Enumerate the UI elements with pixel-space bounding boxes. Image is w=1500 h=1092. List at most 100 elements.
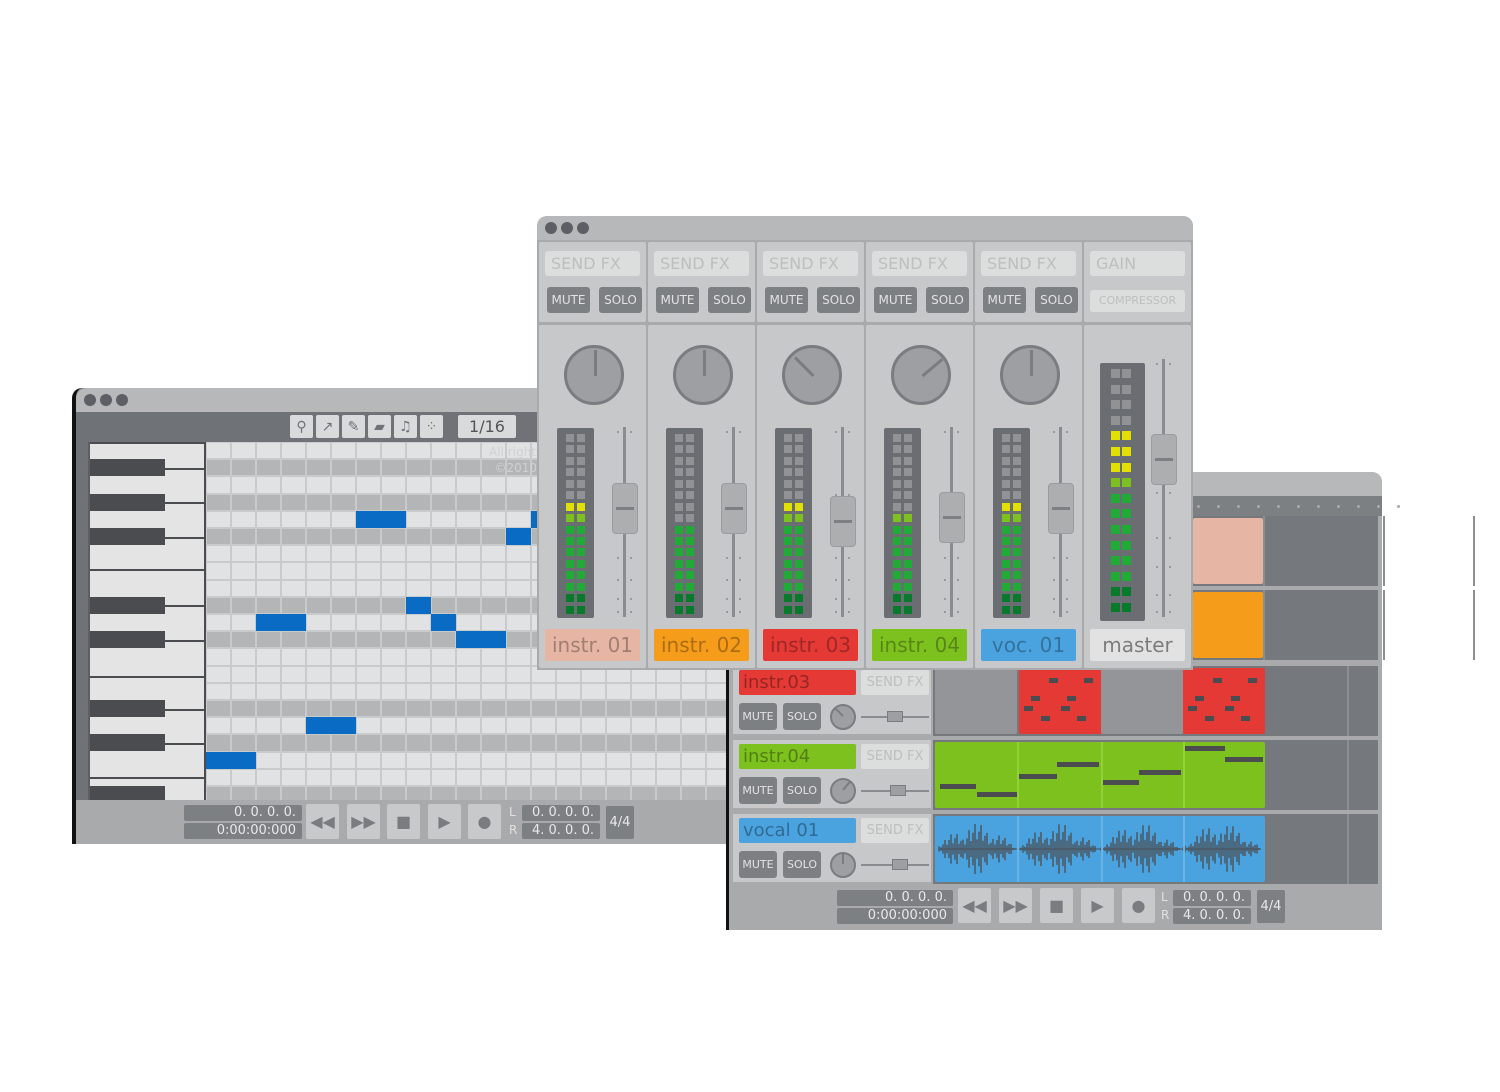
eraser-tool-button[interactable]: ▰ (368, 415, 391, 438)
grid-cell[interactable] (232, 701, 255, 717)
pan-knob[interactable] (673, 345, 733, 405)
grid-cell[interactable] (507, 615, 530, 631)
black-key[interactable] (90, 631, 165, 649)
grid-cell[interactable] (332, 787, 355, 800)
track-name[interactable]: instr.03 (739, 670, 856, 695)
grid-cell[interactable] (382, 769, 405, 785)
grid-cell[interactable] (232, 718, 255, 734)
volume-fader[interactable] (1048, 483, 1074, 535)
grid-cell[interactable] (407, 615, 430, 631)
grid-cell[interactable] (432, 769, 455, 785)
grid-cell[interactable] (207, 787, 230, 800)
volume-fader[interactable] (830, 495, 856, 547)
grid-cell[interactable] (307, 752, 330, 768)
volume-fader[interactable] (1151, 433, 1177, 485)
mixer-titlebar[interactable] (537, 216, 1193, 240)
grid-cell[interactable] (507, 632, 530, 648)
grid-cell[interactable] (207, 460, 230, 476)
grid-cell[interactable] (382, 460, 405, 476)
midi-clip[interactable] (1183, 668, 1265, 734)
grid-cell[interactable] (307, 460, 330, 476)
grid-cell[interactable] (282, 787, 305, 800)
grid-cell[interactable] (432, 787, 455, 800)
record-button[interactable]: ● (1122, 888, 1155, 923)
grid-cell[interactable] (457, 546, 480, 562)
pan-knob[interactable] (564, 345, 624, 405)
grid-cell[interactable] (382, 666, 405, 682)
grid-cell[interactable] (207, 563, 230, 579)
audio-clip[interactable] (935, 816, 1265, 882)
grid-cell[interactable] (582, 787, 605, 800)
send-fx-button[interactable]: SEND FX (872, 251, 967, 276)
grid-cell[interactable] (307, 666, 330, 682)
grid-cell[interactable] (207, 443, 230, 459)
grid-cell[interactable] (407, 769, 430, 785)
grid-cell[interactable] (382, 563, 405, 579)
grid-cell[interactable] (332, 769, 355, 785)
loop-left-field[interactable]: 0. 0. 0. 0. (1173, 890, 1251, 906)
volume-slider[interactable] (861, 785, 929, 796)
grid-cell[interactable] (257, 546, 280, 562)
grid-cell[interactable] (382, 546, 405, 562)
grid-cell[interactable] (207, 701, 230, 717)
grid-cell[interactable] (507, 477, 530, 493)
grid-cell[interactable] (507, 666, 530, 682)
mute-button[interactable]: MUTE (874, 287, 917, 313)
grid-cell[interactable] (457, 769, 480, 785)
grid-cell[interactable] (232, 666, 255, 682)
grid-cell[interactable] (482, 718, 505, 734)
grid-cell[interactable] (457, 477, 480, 493)
grid-cell[interactable] (482, 666, 505, 682)
midi-note[interactable] (206, 751, 256, 769)
grid-cell[interactable] (632, 701, 655, 717)
grid-cell[interactable] (282, 546, 305, 562)
grid-cell[interactable] (382, 494, 405, 510)
grid-cell[interactable] (307, 529, 330, 545)
grid-cell[interactable] (432, 529, 455, 545)
grid-cell[interactable] (332, 735, 355, 751)
pan-knob[interactable] (830, 778, 856, 804)
send-fx-button[interactable]: SEND FX (861, 818, 929, 843)
midi-note[interactable] (406, 596, 431, 614)
grid-cell[interactable] (207, 511, 230, 527)
grid-cell[interactable] (207, 683, 230, 699)
grid-cell[interactable] (382, 701, 405, 717)
grid-cell[interactable] (332, 701, 355, 717)
solo-button[interactable]: SOLO (1035, 287, 1078, 313)
grid-cell[interactable] (307, 683, 330, 699)
grid-cell[interactable] (357, 563, 380, 579)
grid-cell[interactable] (407, 666, 430, 682)
grid-cell[interactable] (432, 666, 455, 682)
grid-cell[interactable] (432, 511, 455, 527)
grid-cell[interactable] (332, 443, 355, 459)
grid-cell[interactable] (457, 649, 480, 665)
grid-cell[interactable] (482, 735, 505, 751)
grid-cell[interactable] (532, 701, 555, 717)
grid-cell[interactable] (432, 752, 455, 768)
grid-cell[interactable] (257, 494, 280, 510)
grid-cell[interactable] (407, 529, 430, 545)
grid-cell[interactable] (407, 511, 430, 527)
volume-fader[interactable] (939, 492, 965, 544)
grid-cell[interactable] (532, 683, 555, 699)
grid-cell[interactable] (507, 494, 530, 510)
grid-cell[interactable] (582, 735, 605, 751)
grid-cell[interactable] (382, 787, 405, 800)
track-lane[interactable] (933, 740, 1378, 810)
grid-cell[interactable] (207, 615, 230, 631)
grid-cell[interactable] (457, 494, 480, 510)
grid-cell[interactable] (682, 735, 705, 751)
empty-slot[interactable] (935, 668, 1017, 734)
grid-cell[interactable] (307, 546, 330, 562)
grid-cell[interactable] (532, 718, 555, 734)
grid-cell[interactable] (532, 752, 555, 768)
midi-clip[interactable] (935, 742, 1265, 808)
grid-cell[interactable] (282, 580, 305, 596)
grid-cell[interactable] (457, 511, 480, 527)
grid-cell[interactable] (382, 735, 405, 751)
grid-cell[interactable] (282, 563, 305, 579)
grid-cell[interactable] (482, 787, 505, 800)
grid-cell[interactable] (457, 563, 480, 579)
grid-cell[interactable] (507, 701, 530, 717)
grid-cell[interactable] (357, 735, 380, 751)
